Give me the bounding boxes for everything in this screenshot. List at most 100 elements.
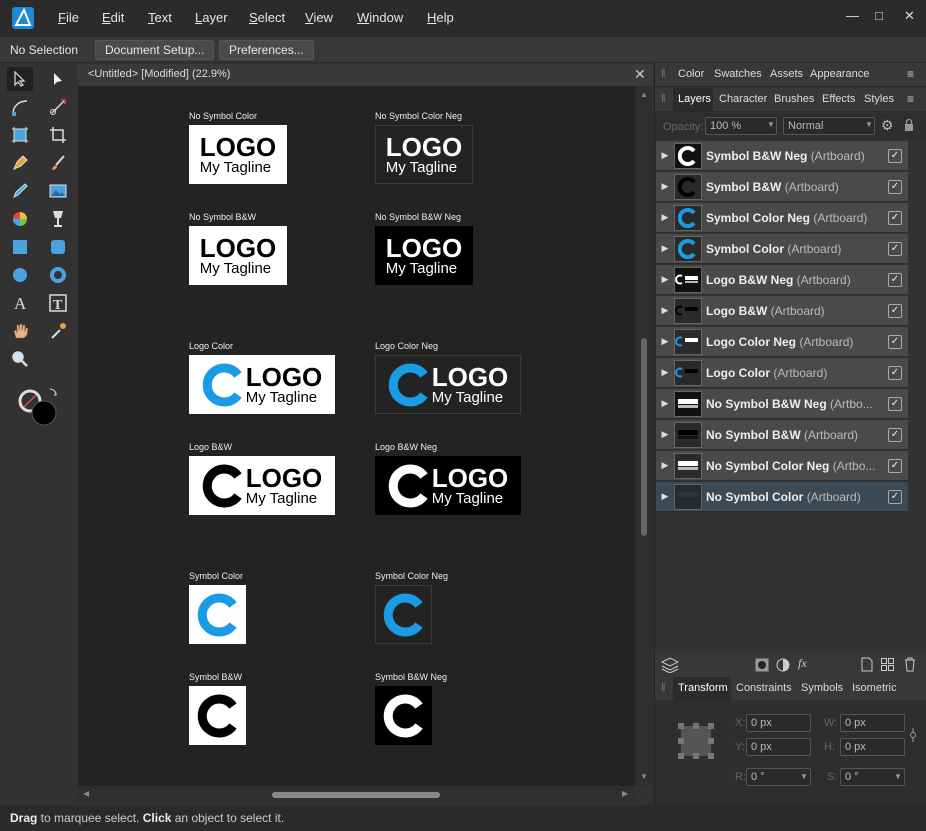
close-document-icon[interactable]: ✕: [634, 66, 646, 83]
donut-tool-icon[interactable]: [45, 263, 71, 287]
rounded-rectangle-tool-icon[interactable]: [45, 235, 71, 259]
expand-icon[interactable]: ▶: [656, 181, 674, 192]
layer-row[interactable]: ▶ Symbol Color (Artboard) ✓: [656, 234, 908, 264]
rectangle-tool-icon[interactable]: [7, 235, 33, 259]
artistic-text-tool-icon[interactable]: A: [7, 291, 33, 315]
artboard-no-symbol-bw[interactable]: LOGO My Tagline: [189, 226, 287, 285]
layer-row[interactable]: ▶ Logo B&W Neg (Artboard) ✓: [656, 265, 908, 295]
fx-icon[interactable]: fx: [798, 656, 807, 671]
minimize-button[interactable]: —: [846, 8, 859, 23]
tab-assets[interactable]: Assets: [770, 68, 803, 80]
vertical-scrollbar[interactable]: ▲ ▼: [635, 86, 653, 786]
expand-icon[interactable]: ▶: [656, 398, 674, 409]
visibility-checkbox[interactable]: ✓: [888, 396, 902, 411]
vector-brush-tool-icon[interactable]: [45, 151, 71, 175]
delete-layer-icon[interactable]: [904, 657, 916, 672]
w-field[interactable]: 0 px: [840, 714, 905, 732]
ellipse-tool-icon[interactable]: [7, 263, 33, 287]
expand-icon[interactable]: ▶: [656, 150, 674, 161]
tab-transform[interactable]: Transform: [678, 682, 728, 694]
artboard-symbol-color-neg[interactable]: [375, 585, 432, 644]
tab-isometric[interactable]: Isometric: [852, 682, 897, 694]
tab-appearance[interactable]: Appearance: [810, 68, 869, 80]
expand-icon[interactable]: ▶: [656, 460, 674, 471]
vertical-scroll-thumb[interactable]: [641, 338, 647, 536]
visibility-checkbox[interactable]: ✓: [888, 365, 902, 380]
grip-icon[interactable]: ‖: [661, 93, 666, 105]
panel-menu-icon[interactable]: ≡: [907, 92, 914, 106]
menu-file[interactable]: File: [58, 10, 79, 25]
grip-icon[interactable]: ‖: [661, 682, 666, 694]
expand-icon[interactable]: ▶: [656, 305, 674, 316]
tab-layers[interactable]: Layers: [678, 93, 711, 105]
grip-icon[interactable]: ‖: [661, 68, 666, 80]
layer-row[interactable]: ▶ Logo Color (Artboard) ✓: [656, 358, 908, 388]
place-image-tool-icon[interactable]: [45, 179, 71, 203]
scroll-up-icon[interactable]: ▲: [640, 90, 648, 99]
layer-row[interactable]: ▶ No Symbol Color Neg (Artbo... ✓: [656, 451, 908, 481]
menu-view[interactable]: View: [305, 10, 333, 25]
link-icon[interactable]: [909, 727, 917, 743]
artboard-no-symbol-bw-neg[interactable]: LOGO My Tagline: [375, 226, 473, 285]
visibility-checkbox[interactable]: ✓: [888, 179, 902, 194]
document-setup-button[interactable]: Document Setup...: [95, 40, 215, 60]
artboard-symbol-bw-neg[interactable]: [375, 686, 432, 745]
move-tool-icon[interactable]: [7, 67, 33, 91]
expand-icon[interactable]: ▶: [656, 491, 674, 502]
scroll-right-icon[interactable]: ▶: [622, 789, 628, 798]
visibility-checkbox[interactable]: ✓: [888, 148, 902, 163]
tab-color[interactable]: Color: [678, 68, 704, 80]
crop-tool-icon[interactable]: [45, 123, 71, 147]
artboard-symbol-color[interactable]: [189, 585, 246, 644]
node-tool-icon[interactable]: [45, 67, 71, 91]
artboard-logo-bw-neg[interactable]: LOGO My Tagline: [375, 456, 521, 515]
adjustment-icon[interactable]: [776, 658, 790, 672]
menu-window[interactable]: Window: [357, 10, 403, 25]
corner-tool-icon[interactable]: [7, 95, 33, 119]
scroll-down-icon[interactable]: ▼: [640, 772, 648, 781]
artboard-no-symbol-color[interactable]: LOGO My Tagline: [189, 125, 287, 184]
maximize-button[interactable]: □: [875, 8, 883, 23]
expand-icon[interactable]: ▶: [656, 274, 674, 285]
menu-text[interactable]: Text: [148, 10, 172, 25]
expand-icon[interactable]: ▶: [656, 367, 674, 378]
horizontal-scrollbar[interactable]: ◀ ▶: [78, 786, 635, 803]
visibility-checkbox[interactable]: ✓: [888, 427, 902, 442]
expand-icon[interactable]: ▶: [656, 243, 674, 254]
lock-icon[interactable]: [904, 119, 914, 132]
visibility-checkbox[interactable]: ✓: [888, 272, 902, 287]
anchor-selector-icon[interactable]: [677, 722, 715, 760]
tab-character[interactable]: Character: [719, 93, 767, 105]
y-field[interactable]: 0 px: [746, 738, 811, 756]
tab-styles[interactable]: Styles: [864, 93, 894, 105]
tab-symbols[interactable]: Symbols: [801, 682, 843, 694]
fill-stroke-swatch-icon[interactable]: [16, 385, 60, 429]
artboard-logo-bw[interactable]: LOGO My Tagline: [189, 456, 335, 515]
document-tab[interactable]: <Untitled> [Modified] (22.9%): [78, 64, 653, 86]
pen-tool-icon[interactable]: [7, 151, 33, 175]
expand-icon[interactable]: ▶: [656, 212, 674, 223]
tab-effects[interactable]: Effects: [822, 93, 855, 105]
settings-gear-icon[interactable]: ⚙: [881, 117, 894, 134]
mask-icon[interactable]: [755, 658, 769, 672]
visibility-checkbox[interactable]: ✓: [888, 458, 902, 473]
tab-constraints[interactable]: Constraints: [736, 682, 792, 694]
close-button[interactable]: ✕: [904, 8, 915, 24]
expand-icon[interactable]: ▶: [656, 336, 674, 347]
expand-icon[interactable]: ▶: [656, 429, 674, 440]
artboard-no-symbol-color-neg[interactable]: LOGO My Tagline: [375, 125, 473, 184]
fill-tool-icon[interactable]: [7, 207, 33, 231]
frame-text-tool-icon[interactable]: T: [45, 291, 71, 315]
view-tool-icon[interactable]: [7, 319, 33, 343]
transparency-tool-icon[interactable]: [45, 207, 71, 231]
visibility-checkbox[interactable]: ✓: [888, 241, 902, 256]
visibility-checkbox[interactable]: ✓: [888, 210, 902, 225]
artboard-logo-color-neg[interactable]: LOGO My Tagline: [375, 355, 521, 414]
visibility-checkbox[interactable]: ✓: [888, 334, 902, 349]
layer-row[interactable]: ▶ Logo B&W (Artboard) ✓: [656, 296, 908, 326]
artboard-symbol-bw[interactable]: [189, 686, 246, 745]
layer-row[interactable]: ▶ Symbol Color Neg (Artboard) ✓: [656, 203, 908, 233]
visibility-checkbox[interactable]: ✓: [888, 303, 902, 318]
visibility-checkbox[interactable]: ✓: [888, 489, 902, 504]
h-field[interactable]: 0 px: [840, 738, 905, 756]
